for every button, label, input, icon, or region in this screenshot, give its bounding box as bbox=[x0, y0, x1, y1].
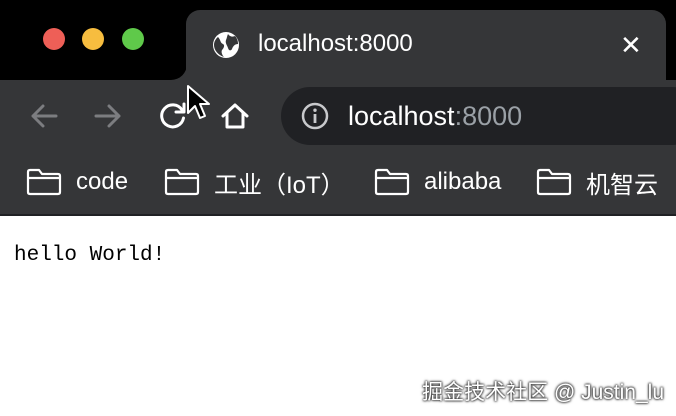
toolbar: localhost:8000 bbox=[0, 80, 676, 152]
tab-flare bbox=[171, 64, 187, 80]
window-close-button[interactable] bbox=[43, 28, 65, 50]
forward-button[interactable] bbox=[88, 96, 128, 136]
bookmark-code[interactable]: code bbox=[26, 164, 128, 200]
bookmarks-bar: code 工业（IoT） alibaba 机智云 bbox=[0, 152, 676, 216]
tab-strip: localhost:8000 ✕ bbox=[0, 0, 676, 80]
forward-arrow-icon bbox=[94, 104, 121, 128]
page-content: hello World! 掘金技术社区 @ Justin_lu bbox=[0, 216, 676, 416]
address-bar[interactable]: localhost:8000 bbox=[281, 87, 676, 145]
bookmark-alibaba[interactable]: alibaba bbox=[374, 164, 501, 200]
bookmark-label: 机智云 bbox=[586, 171, 658, 199]
address-host: localhost bbox=[348, 101, 455, 131]
back-button[interactable] bbox=[24, 96, 64, 136]
home-icon bbox=[221, 103, 249, 129]
browser-tab[interactable]: localhost:8000 ✕ bbox=[186, 10, 666, 80]
reload-icon bbox=[160, 102, 186, 129]
folder-icon bbox=[374, 168, 410, 196]
folder-icon bbox=[164, 168, 200, 196]
back-arrow-icon bbox=[31, 104, 58, 128]
info-icon[interactable] bbox=[301, 102, 329, 130]
bookmark-label: code bbox=[76, 168, 129, 195]
folder-icon bbox=[26, 168, 62, 196]
watermark: 掘金技术社区 @ Justin_lu bbox=[422, 381, 664, 404]
address-text: localhost:8000 bbox=[348, 101, 522, 132]
mouse-cursor-icon bbox=[187, 85, 210, 119]
tab-title: localhost:8000 bbox=[258, 30, 413, 57]
home-button[interactable] bbox=[215, 96, 255, 136]
folder-icon bbox=[536, 168, 572, 196]
bookmark-label: alibaba bbox=[424, 168, 502, 195]
page-text: hello World! bbox=[14, 244, 166, 267]
bookmark-label: 工业（IoT） bbox=[214, 171, 345, 199]
address-port: :8000 bbox=[454, 101, 523, 131]
globe-icon bbox=[213, 32, 239, 58]
tab-close-button[interactable]: ✕ bbox=[620, 30, 642, 61]
bookmark-gizwits[interactable]: 机智云 bbox=[536, 164, 658, 200]
bookmark-iot[interactable]: 工业（IoT） bbox=[164, 164, 345, 200]
window-zoom-button[interactable] bbox=[122, 28, 144, 50]
window-minimize-button[interactable] bbox=[82, 28, 104, 50]
